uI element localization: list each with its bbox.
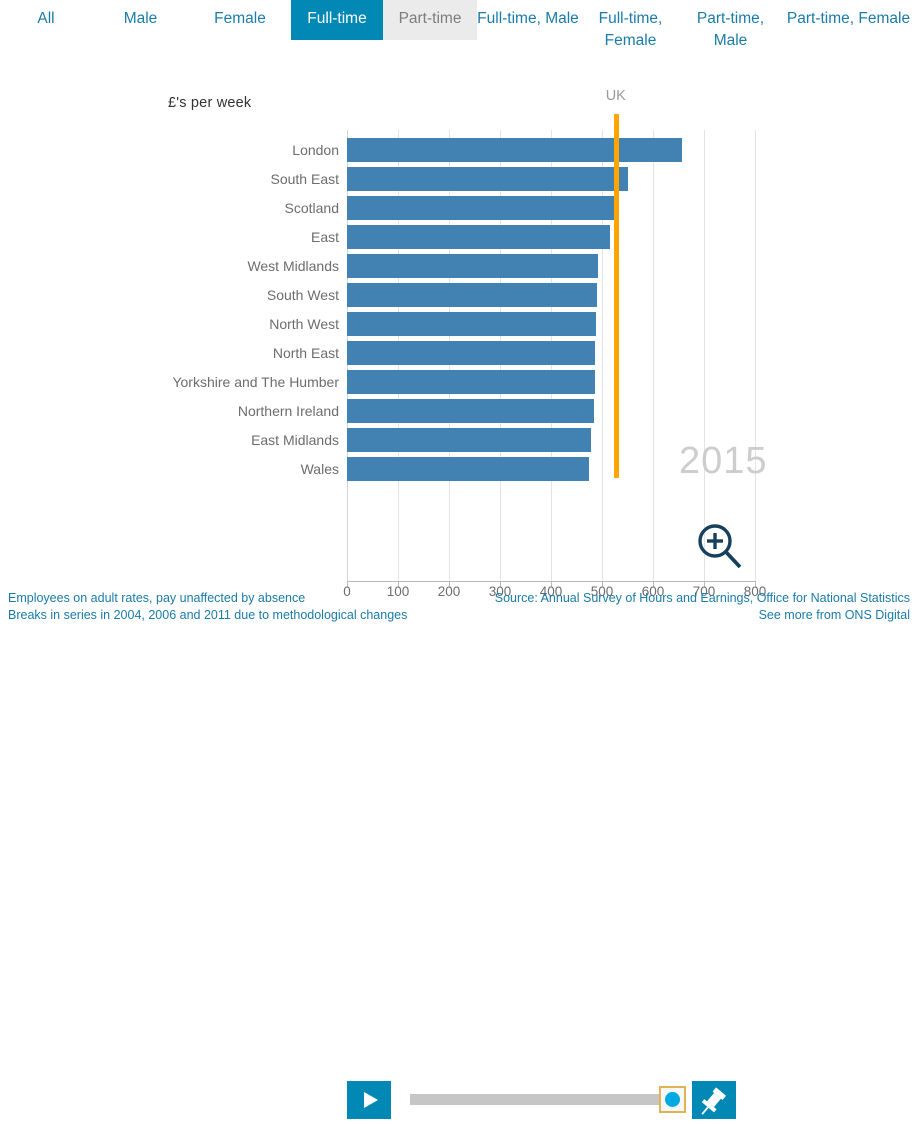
tab-label: Male	[123, 10, 158, 27]
bar-category-label: Northern Ireland	[237, 403, 339, 419]
tab-label: Full-time, Male	[477, 10, 579, 27]
bar[interactable]	[347, 457, 589, 481]
bar-category-label: Wales	[300, 461, 339, 477]
tab-male[interactable]: Male	[92, 0, 189, 40]
play-button[interactable]	[347, 1081, 391, 1119]
bar[interactable]	[347, 428, 591, 452]
timeline-controls	[0, 538, 918, 1119]
bar-row[interactable]: North East	[273, 341, 755, 370]
source-line-1: Source: Annual Survey of Hours and Earni…	[494, 591, 910, 605]
tab-female[interactable]: Female	[189, 0, 291, 40]
pin-button[interactable]	[692, 1081, 736, 1119]
year-watermark: 2015	[679, 440, 768, 482]
play-icon	[364, 1092, 378, 1108]
bar[interactable]	[347, 312, 596, 336]
year-slider-track[interactable]	[410, 1094, 680, 1105]
bar-row[interactable]: South East	[271, 167, 755, 196]
bar-category-label: North West	[269, 316, 339, 332]
tab-label: All	[37, 10, 55, 27]
uk-reference-label: UK	[605, 88, 626, 104]
bar[interactable]	[347, 283, 598, 307]
bar-row[interactable]: Northern Ireland	[238, 399, 755, 428]
bar-row[interactable]: East	[311, 225, 755, 254]
source-note: Source: Annual Survey of Hours and Earni…	[495, 590, 910, 624]
pin-icon	[701, 1087, 727, 1115]
tab-part-time-male[interactable]: Part-time, Male	[682, 0, 779, 62]
uk-reference-line	[613, 114, 619, 478]
bar-category-label: Scotland	[284, 200, 339, 216]
tab-full-time-female[interactable]: Full-time, Female	[579, 0, 682, 62]
year-slider-thumb[interactable]	[659, 1086, 686, 1113]
bar[interactable]	[347, 138, 683, 162]
bar[interactable]	[347, 254, 598, 278]
footnote: Employees on adult rates, pay unaffected…	[8, 590, 407, 624]
tab-all[interactable]: All	[0, 0, 92, 40]
bar-category-label: East Midlands	[251, 432, 339, 448]
bar-category-label: West Midlands	[247, 258, 339, 274]
tab-part-time[interactable]: Part-time	[383, 0, 477, 40]
bar-row[interactable]: West Midlands	[247, 254, 755, 283]
chart-axis-title: £'s per week	[168, 95, 252, 111]
bar-row[interactable]: South West	[267, 283, 755, 312]
bar-category-label: North East	[272, 345, 339, 361]
tab-part-time-female[interactable]: Part-time, Female	[779, 0, 918, 40]
plot-area: London South East Scotland East West Midland…	[172, 88, 756, 582]
tab-label: Part-time	[398, 10, 462, 27]
bar-row[interactable]: Yorkshire and The Humber	[172, 370, 755, 399]
ons-digital-link[interactable]: See more from ONS Digital	[495, 607, 910, 624]
bar[interactable]	[347, 370, 595, 394]
bar[interactable]	[347, 341, 596, 365]
bar-row[interactable]: North West	[269, 312, 755, 341]
tab-label: Part-time, Male	[696, 10, 765, 49]
tab-label: Female	[214, 10, 266, 27]
tab-label: Full-time, Female	[598, 10, 663, 49]
tab-full-time-male[interactable]: Full-time, Male	[477, 0, 579, 40]
category-tab-bar: All Male Female Full-time Part-time Full-time…	[0, 0, 918, 80]
slider-knob-icon	[665, 1092, 680, 1107]
footnote-line-1: Employees on adult rates, pay unaffected…	[8, 591, 306, 605]
bar-category-label: South West	[266, 287, 339, 303]
bar-category-label: London	[292, 142, 339, 158]
tab-full-time[interactable]: Full-time	[291, 0, 383, 40]
footer: Employees on adult rates, pay unaffected…	[0, 590, 918, 627]
bar[interactable]	[347, 167, 628, 191]
bar-category-label: Yorkshire and The Humber	[172, 374, 339, 390]
bar[interactable]	[347, 399, 594, 423]
bar-row[interactable]: London	[292, 138, 755, 167]
tab-label: Full-time	[307, 10, 367, 27]
bar-category-label: East	[310, 229, 339, 245]
gridline-800	[755, 130, 756, 582]
bar[interactable]	[347, 225, 611, 249]
bar-rows: London South East Scotland East West Midland…	[172, 138, 755, 486]
tab-label: Part-time, Female	[786, 10, 911, 27]
footnote-line-2: Breaks in series in 2004, 2006 and 2011 …	[8, 608, 408, 622]
bar[interactable]	[347, 196, 616, 220]
chart-container: £'s per week London South East Scotland Eas…	[0, 80, 918, 599]
bar-category-label: South East	[270, 171, 340, 187]
bar-row[interactable]: Scotland	[285, 196, 755, 225]
